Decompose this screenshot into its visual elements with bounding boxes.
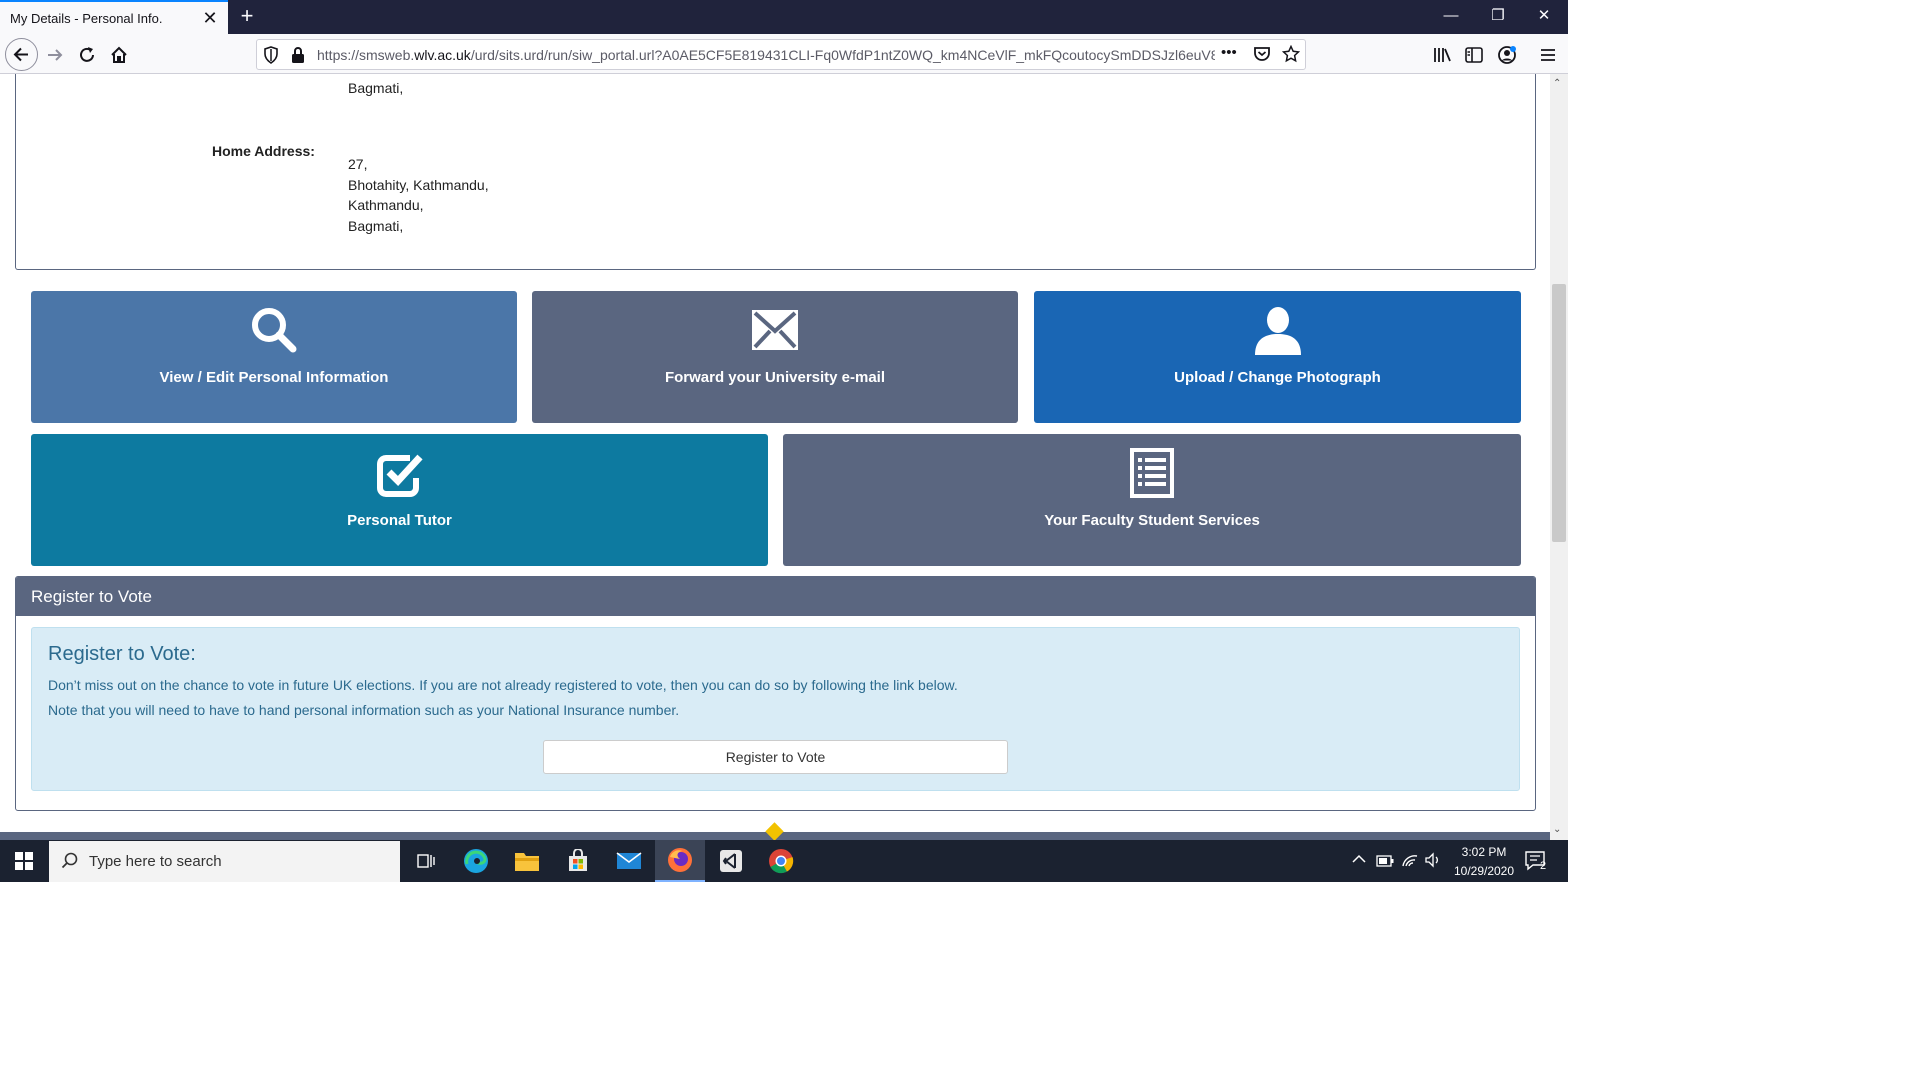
envelope-icon <box>752 310 798 350</box>
start-button[interactable] <box>0 840 48 882</box>
taskbar-search-box[interactable]: Type here to search <box>49 841 400 882</box>
forward-button[interactable] <box>40 40 70 70</box>
url-path: /urd/sits.urd/run/siw_portal.url?A0AE5CF… <box>470 47 1215 63</box>
sidebar-toggle-icon[interactable] <box>1459 40 1489 70</box>
pocket-icon[interactable] <box>1253 45 1271 68</box>
list-icon <box>1130 448 1174 498</box>
new-tab-icon[interactable]: + <box>236 4 258 30</box>
window-close-icon[interactable]: ✕ <box>1521 0 1567 34</box>
home-icon <box>111 46 127 63</box>
alert-paragraph: Note that you will need to have to hand … <box>48 702 680 718</box>
windows-logo-icon <box>15 852 33 870</box>
firefox-icon[interactable] <box>655 840 705 882</box>
address-line: Bhotahity, Kathmandu, <box>348 177 489 193</box>
user-icon <box>1254 307 1301 355</box>
address-line: Kathmandu, <box>348 197 424 213</box>
page-content: Bagmati, Home Address: 27, Bhotahity, Ka… <box>0 74 1550 832</box>
restore-icon[interactable]: ❐ <box>1475 0 1521 34</box>
alert-paragraph: Don’t miss out on the chance to vote in … <box>48 677 958 693</box>
home-address-label: Home Address: <box>212 143 315 159</box>
arrow-left-icon <box>13 47 28 62</box>
view-edit-personal-info-tile[interactable]: View / Edit Personal Information <box>31 291 517 423</box>
task-view-icon[interactable] <box>400 840 450 882</box>
tile-label: Upload / Change Photograph <box>1174 369 1381 386</box>
battery-icon[interactable] <box>1376 855 1394 870</box>
tile-label: View / Edit Personal Information <box>159 369 389 386</box>
shield-icon[interactable] <box>263 46 279 69</box>
action-center-icon[interactable]: 2 <box>1524 850 1548 877</box>
tile-label: Personal Tutor <box>347 512 452 529</box>
microsoft-store-icon[interactable] <box>553 840 603 882</box>
notification-count: 2 <box>1540 860 1547 872</box>
register-to-vote-button[interactable]: Register to Vote <box>543 740 1008 774</box>
lock-icon[interactable] <box>291 46 305 69</box>
scroll-up-icon[interactable]: ⌃ <box>1553 78 1561 89</box>
address-line: Bagmati, <box>348 218 404 234</box>
edge-browser-icon[interactable] <box>451 840 501 882</box>
clock-time[interactable]: 3:02 PM <box>1448 845 1520 859</box>
address-line: Bagmati, <box>348 80 404 96</box>
url-bar[interactable]: https://smsweb.wlv.ac.uk/urd/sits.urd/ru… <box>256 39 1306 70</box>
minimize-icon[interactable]: — <box>1428 0 1474 34</box>
visual-studio-icon[interactable] <box>706 840 756 882</box>
upload-change-photograph-tile[interactable]: Upload / Change Photograph <box>1034 291 1521 423</box>
scrollbar-thumb[interactable] <box>1552 284 1566 542</box>
wifi-icon[interactable] <box>1401 852 1419 871</box>
mail-icon[interactable] <box>604 840 654 882</box>
back-button[interactable] <box>5 38 38 71</box>
forward-university-email-tile[interactable]: Forward your University e-mail <box>532 291 1018 423</box>
chrome-icon[interactable] <box>756 840 806 882</box>
chevron-up-icon[interactable] <box>1352 852 1366 867</box>
search-icon <box>252 308 297 353</box>
register-to-vote-panel: Register to Vote Register to Vote: Don’t… <box>15 576 1536 811</box>
reload-icon <box>80 47 94 62</box>
account-icon[interactable] <box>1492 40 1522 70</box>
bookmark-star-icon[interactable] <box>1281 44 1301 68</box>
address-line: 27, <box>348 156 368 172</box>
tab-close-icon[interactable]: ✕ <box>202 8 218 29</box>
faculty-student-services-tile[interactable]: Your Faculty Student Services <box>783 434 1521 566</box>
home-button[interactable] <box>104 40 134 70</box>
tab-title: My Details - Personal Info. <box>10 10 163 26</box>
clock-date[interactable]: 10/29/2020 <box>1448 864 1520 878</box>
url-text[interactable]: https://smsweb.wlv.ac.uk/urd/sits.urd/ru… <box>317 47 1215 63</box>
url-domain: wlv.ac.uk <box>414 47 471 63</box>
tile-label: Forward your University e-mail <box>664 369 886 386</box>
url-prefix: https://smsweb. <box>317 47 415 63</box>
file-explorer-icon[interactable] <box>502 840 552 882</box>
arrow-right-icon <box>48 49 63 61</box>
page-actions-icon[interactable]: ••• <box>1221 44 1237 61</box>
info-alert: Register to Vote: Don’t miss out on the … <box>31 627 1520 791</box>
address-panel: Bagmati, Home Address: 27, Bhotahity, Ka… <box>15 74 1536 270</box>
library-icon[interactable] <box>1427 40 1457 70</box>
alert-title: Register to Vote: <box>48 643 196 665</box>
scroll-down-icon[interactable]: ⌄ <box>1553 824 1561 835</box>
panel-heading: Register to Vote <box>16 577 1535 616</box>
tile-label: Your Faculty Student Services <box>1044 512 1260 529</box>
check-square-icon <box>376 454 423 497</box>
search-icon <box>61 852 78 869</box>
volume-icon[interactable] <box>1424 852 1442 871</box>
menu-icon[interactable] <box>1533 40 1563 70</box>
personal-tutor-tile[interactable]: Personal Tutor <box>31 434 768 566</box>
browser-tab-active[interactable]: My Details - Personal Info. ✕ <box>0 0 228 34</box>
reload-button[interactable] <box>72 40 102 70</box>
search-placeholder: Type here to search <box>89 853 222 870</box>
